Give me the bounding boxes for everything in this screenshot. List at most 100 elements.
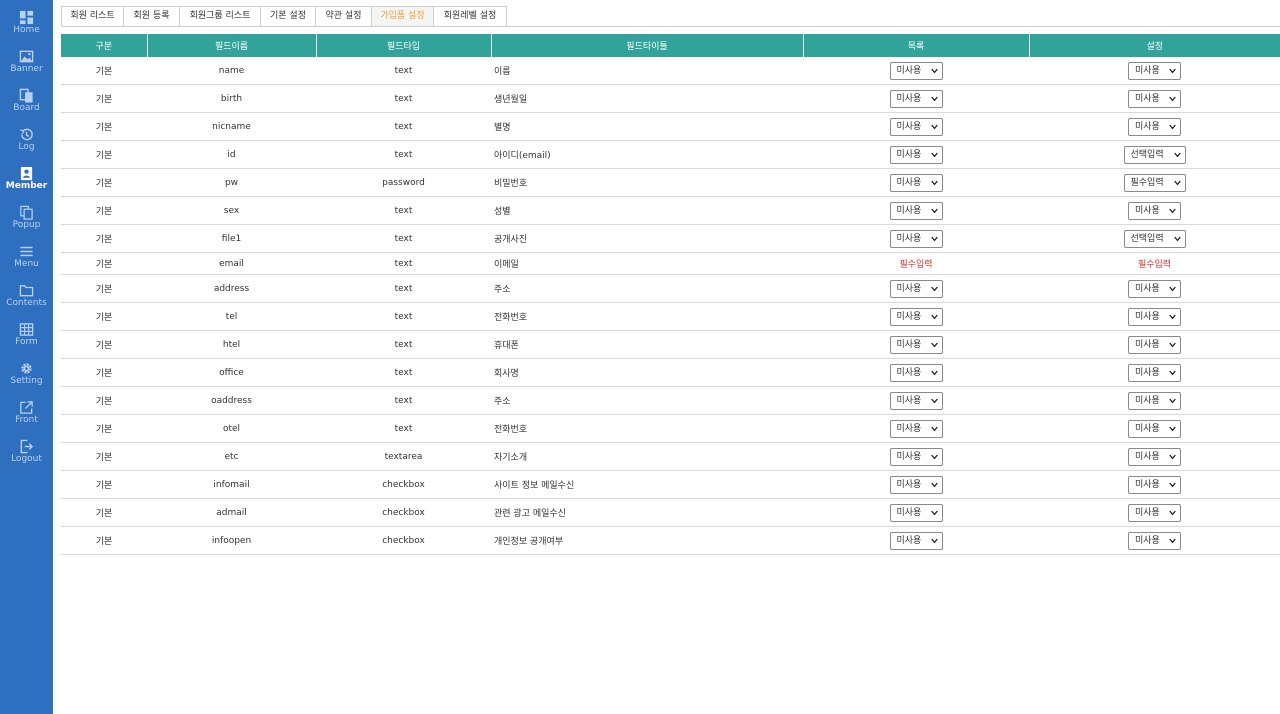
cell-field-name: name bbox=[147, 57, 316, 85]
setting-select-value: 미사용 bbox=[1135, 395, 1160, 406]
tab-member-level-settings[interactable]: 회원레벨 설정 bbox=[433, 6, 507, 27]
list-select[interactable]: 미사용 bbox=[889, 145, 943, 164]
sidebar-item-form[interactable]: Form bbox=[0, 312, 53, 351]
folder-icon bbox=[19, 285, 34, 297]
list-select[interactable]: 미사용 bbox=[889, 503, 943, 522]
list-select-value: 미사용 bbox=[896, 121, 922, 132]
cell-field-title: 이름 bbox=[491, 57, 803, 85]
chevron-down-icon bbox=[1173, 236, 1181, 241]
cell-setting: 미사용 bbox=[1029, 84, 1280, 113]
chevron-down-icon bbox=[1169, 314, 1176, 319]
cell-field-name: email bbox=[147, 252, 316, 275]
chevron-down-icon bbox=[1169, 370, 1176, 375]
tab-terms-settings[interactable]: 약관 설정 bbox=[315, 6, 372, 27]
cell-field-type: text bbox=[316, 330, 491, 359]
list-select[interactable]: 미사용 bbox=[889, 61, 943, 80]
setting-select[interactable]: 미사용 bbox=[1128, 531, 1181, 550]
sidebar-item-popup[interactable]: Popup bbox=[0, 195, 53, 234]
table-row: 기본 id text 아이디(email) 미사용 선택입력 bbox=[61, 140, 1280, 169]
list-select[interactable]: 미사용 bbox=[889, 201, 943, 220]
sidebar-item-setting[interactable]: Setting bbox=[0, 351, 53, 390]
setting-select[interactable]: 미사용 bbox=[1128, 307, 1181, 326]
sidebar-item-front[interactable]: Front bbox=[0, 390, 53, 429]
setting-select[interactable]: 미사용 bbox=[1128, 61, 1181, 80]
sidebar-item-log[interactable]: Log bbox=[0, 117, 53, 156]
setting-select[interactable]: 필수입력 bbox=[1123, 173, 1186, 192]
list-select[interactable]: 미사용 bbox=[889, 447, 943, 466]
list-select[interactable]: 미사용 bbox=[889, 117, 943, 136]
setting-select[interactable]: 미사용 bbox=[1128, 335, 1181, 354]
chevron-down-icon bbox=[930, 510, 938, 515]
cell-category: 기본 bbox=[61, 526, 147, 555]
cell-setting: 미사용 bbox=[1029, 358, 1280, 387]
cell-field-name: infomail bbox=[147, 470, 316, 499]
list-select[interactable]: 미사용 bbox=[889, 531, 943, 550]
cell-category: 기본 bbox=[61, 140, 147, 169]
setting-required-text: 필수입력 bbox=[1137, 260, 1172, 270]
list-select-value: 미사용 bbox=[896, 233, 922, 244]
chevron-down-icon bbox=[930, 124, 938, 129]
sidebar-item-label: Contents bbox=[6, 298, 47, 308]
setting-select[interactable]: 미사용 bbox=[1128, 279, 1181, 298]
list-select[interactable]: 미사용 bbox=[889, 173, 943, 192]
col-header-setting: 설정 bbox=[1029, 34, 1280, 57]
chevron-down-icon bbox=[930, 482, 938, 487]
setting-select-value: 미사용 bbox=[1135, 535, 1160, 546]
sidebar-item-menu[interactable]: Menu bbox=[0, 234, 53, 273]
sidebar-item-board[interactable]: Board bbox=[0, 78, 53, 117]
sidebar-item-label: Member bbox=[5, 181, 48, 191]
board-icon bbox=[19, 88, 33, 103]
setting-select[interactable]: 미사용 bbox=[1128, 201, 1181, 220]
list-select[interactable]: 미사용 bbox=[889, 279, 943, 298]
setting-select[interactable]: 미사용 bbox=[1128, 447, 1181, 466]
setting-select[interactable]: 미사용 bbox=[1128, 117, 1181, 136]
list-select[interactable]: 미사용 bbox=[889, 89, 943, 108]
col-header-field-title: 필드타이틀 bbox=[491, 34, 804, 57]
setting-select[interactable]: 미사용 bbox=[1128, 503, 1181, 522]
table-row: 기본 tel text 전화번호 미사용 미사용 bbox=[61, 302, 1280, 331]
list-select[interactable]: 미사용 bbox=[889, 335, 943, 354]
list-select[interactable]: 미사용 bbox=[889, 363, 943, 382]
sidebar-item-member[interactable]: Member bbox=[0, 156, 53, 195]
table-row: 기본 infomail checkbox 사이트 정보 메일수신 미사용 미사용 bbox=[61, 470, 1280, 499]
list-select[interactable]: 미사용 bbox=[889, 419, 943, 438]
cell-list: 미사용 bbox=[803, 330, 1029, 359]
cell-list: 미사용 bbox=[803, 442, 1029, 471]
cell-field-name: pw bbox=[147, 168, 316, 197]
list-select-value: 미사용 bbox=[896, 311, 922, 322]
setting-select[interactable]: 미사용 bbox=[1128, 391, 1181, 410]
cell-list: 미사용 bbox=[803, 112, 1029, 141]
cell-field-title: 사이트 정보 메일수신 bbox=[491, 470, 803, 499]
sidebar-item-contents[interactable]: Contents bbox=[0, 273, 53, 312]
tab-member-group-list[interactable]: 회원그룹 리스트 bbox=[179, 6, 261, 27]
cell-category: 기본 bbox=[61, 358, 147, 387]
table-header-row: 구분 필드이름 필드타입 필드타이틀 목록 설정 bbox=[61, 34, 1280, 57]
setting-select[interactable]: 미사용 bbox=[1128, 475, 1181, 494]
sidebar-item-label: Logout bbox=[11, 454, 42, 464]
setting-select[interactable]: 미사용 bbox=[1128, 363, 1181, 382]
list-select[interactable]: 미사용 bbox=[889, 391, 943, 410]
list-select[interactable]: 미사용 bbox=[889, 229, 943, 248]
sidebar-item-banner[interactable]: Banner bbox=[0, 39, 53, 78]
cell-category: 기본 bbox=[61, 330, 147, 359]
tab-basic-settings[interactable]: 기본 설정 bbox=[260, 6, 316, 27]
setting-select[interactable]: 선택입력 bbox=[1123, 145, 1186, 164]
list-select[interactable]: 미사용 bbox=[889, 307, 943, 326]
chevron-down-icon bbox=[930, 96, 938, 101]
list-select[interactable]: 미사용 bbox=[889, 475, 943, 494]
cell-field-type: text bbox=[316, 112, 491, 141]
chevron-down-icon bbox=[930, 152, 938, 157]
sidebar-item-home[interactable]: Home bbox=[0, 0, 53, 39]
sidebar-item-logout[interactable]: Logout bbox=[0, 429, 53, 468]
setting-select[interactable]: 미사용 bbox=[1128, 89, 1181, 108]
tab-member-list[interactable]: 회원 리스트 bbox=[61, 6, 124, 27]
logout-icon bbox=[20, 439, 34, 454]
tab-signup-form-settings[interactable]: 가입폼 설정 bbox=[371, 6, 434, 27]
setting-select[interactable]: 선택입력 bbox=[1123, 229, 1186, 248]
cell-setting: 미사용 bbox=[1029, 442, 1280, 471]
cell-category: 기본 bbox=[61, 302, 147, 331]
cell-field-type: text bbox=[316, 386, 491, 415]
setting-select[interactable]: 미사용 bbox=[1128, 419, 1181, 438]
cell-list: 미사용 bbox=[803, 302, 1029, 331]
tab-member-register[interactable]: 회원 등록 bbox=[123, 6, 180, 27]
